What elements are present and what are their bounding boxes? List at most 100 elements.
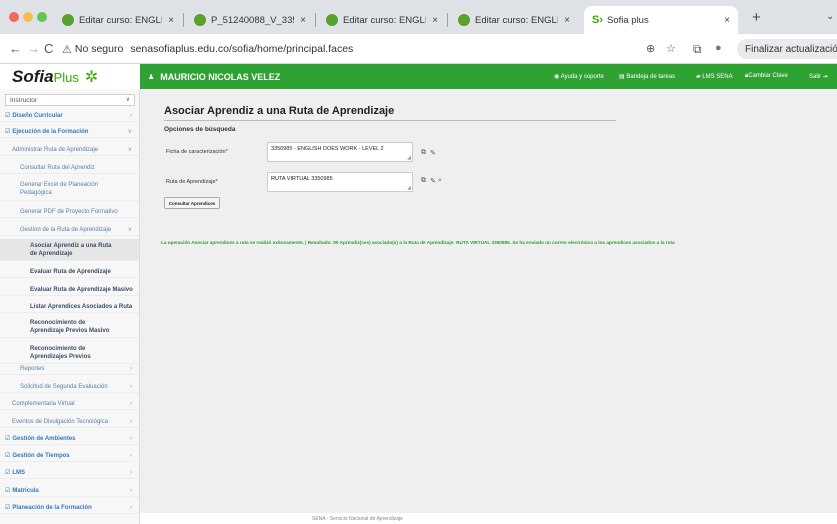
user-icon: ♟ xyxy=(148,73,155,81)
sidebar-item-asociar-aprendiz[interactable]: Asociar Aprendiz a una Ruta de Aprendiza… xyxy=(0,239,139,261)
resize-handle-icon[interactable]: ◢ xyxy=(407,155,411,161)
sidebar-item-generar-pdf[interactable]: Generar PDF de Proyecto Formativo xyxy=(0,206,139,218)
role-select[interactable]: Instructor ∨ xyxy=(5,94,135,106)
sidebar-item-reconocimiento-previos[interactable]: Reconocimiento de Aprendizajes Previos xyxy=(0,342,139,364)
user-name: MAURICIO NICOLAS VELEZ xyxy=(160,71,281,82)
sidebar-item-administrar-ruta[interactable]: Administrar Ruta de Aprendizaje ∨ xyxy=(0,144,139,156)
footer xyxy=(140,513,837,524)
tab-close-icon[interactable]: × xyxy=(168,15,174,26)
browser-tab[interactable]: Editar curso: ENGLISH DOES × xyxy=(318,6,446,34)
address-bar[interactable]: ⚠ No seguro senasofiaplus.edu.co/sofia/h… xyxy=(62,38,687,60)
tab-divider xyxy=(315,13,316,27)
back-arrow-icon[interactable]: ← xyxy=(9,41,22,56)
browser-tab[interactable]: Editar curso: ENGLISH DOES × xyxy=(54,6,182,34)
clipboard-icon[interactable]: ⧉ xyxy=(421,177,426,185)
tab-close-icon[interactable]: × xyxy=(724,15,730,26)
chevron-right-icon: › xyxy=(130,383,132,390)
tab-search-icon[interactable]: ⌄ xyxy=(826,11,834,22)
new-tab-button[interactable]: + xyxy=(752,9,761,26)
role-value: Instructor xyxy=(10,97,38,104)
sidebar-item-diseno-curricular[interactable]: ☑ Diseño Curricular › xyxy=(0,110,139,122)
extensions-puzzle-icon[interactable]: ⧉ xyxy=(693,42,702,57)
clipboard-icon[interactable]: ⧉ xyxy=(421,149,426,157)
sidebar-item-reportes[interactable]: Reportes › xyxy=(0,363,139,375)
tab-title: Sofia plus xyxy=(607,14,649,26)
consultar-aprendices-button[interactable]: Consultar Aprendices xyxy=(164,197,220,209)
tab-close-icon[interactable]: × xyxy=(300,15,306,26)
sidebar-item-ejecucion-formacion[interactable]: ☑ Ejecución de la Formación ∨ xyxy=(0,126,139,138)
sidebar-item-generar-excel[interactable]: Generar Excel de Planeación Pedagógica xyxy=(0,179,139,201)
sidebar-item-planeacion-formacion[interactable]: ☑ Planeación de la Formación › xyxy=(0,502,139,514)
resize-handle-icon[interactable]: ◢ xyxy=(407,185,411,191)
sidebar-item-reconocimiento-masivo[interactable]: Reconocimiento de Aprendizaje Previos Ma… xyxy=(0,316,139,338)
lms-link[interactable]: ▰ LMS SENA xyxy=(696,73,733,80)
sidebar-item-label: Solicitud de Segunda Evaluación xyxy=(20,384,108,390)
sidebar-item-label: Asociar Aprendiz a una Ruta de Aprendiza… xyxy=(30,243,112,257)
sidebar-item-evaluar-ruta[interactable]: Evaluar Ruta de Aprendizaje xyxy=(0,266,139,278)
sidebar-item-label: Generar PDF de Proyecto Formativo xyxy=(20,209,118,215)
search-icon[interactable]: ⌕ xyxy=(438,177,442,185)
update-button[interactable]: Finalizar actualización ⋮ xyxy=(737,39,837,59)
edit-icon: ☑ xyxy=(5,453,11,459)
sidebar-item-label: Ejecución de la Formación xyxy=(12,129,89,135)
sidebar-item-complementaria-virtual[interactable]: Complementaria Virtual › xyxy=(0,398,139,410)
tab-divider xyxy=(447,13,448,27)
chevron-right-icon: › xyxy=(130,400,132,407)
browser-tab-active[interactable]: S› Sofia plus × xyxy=(584,6,738,34)
ficha-field[interactable]: 3350985 - ENGLISH DOES WORK - LEVEL 2 ◢ xyxy=(267,142,413,162)
logout-link[interactable]: Salir ⇥ xyxy=(809,73,828,80)
browser-toolbar: ← → C ⚠ No seguro senasofiaplus.edu.co/s… xyxy=(0,34,837,64)
sidebar-item-lms[interactable]: ☑ LMS › xyxy=(0,467,139,479)
sidebar-item-label: Evaluar Ruta de Aprendizaje Masivo xyxy=(30,287,133,293)
url-text[interactable]: senasofiaplus.edu.co/sofia/home/principa… xyxy=(130,43,353,55)
bookmark-star-icon[interactable]: ☆ xyxy=(666,42,676,55)
reload-icon[interactable]: C xyxy=(44,41,53,56)
maximize-window-icon[interactable] xyxy=(37,12,47,22)
sidebar-item-gestion-tiempos[interactable]: ☑ Gestión de Tiempos › xyxy=(0,450,139,462)
tab-close-icon[interactable]: × xyxy=(564,15,570,26)
browser-tab[interactable]: P_51240088_V_3350985_R × xyxy=(186,6,314,34)
chevron-right-icon: › xyxy=(130,112,132,119)
edit-icon: ☑ xyxy=(5,129,11,135)
sidebar-item-consultar-ruta[interactable]: Consultar Ruta del Aprendiz xyxy=(0,162,139,174)
minimize-window-icon[interactable] xyxy=(23,12,33,22)
title-divider xyxy=(164,120,616,121)
sidebar-item-matricula[interactable]: ☑ Matrícula › xyxy=(0,485,139,497)
page-title: Asociar Aprendiz a una Ruta de Aprendiza… xyxy=(164,105,395,117)
change-password-link[interactable]: 🔒︎Cambiar Clave xyxy=(745,73,788,80)
warning-triangle-icon: ⚠ xyxy=(62,43,72,56)
ruta-field[interactable]: RUTA VIRTUAL 3350985 ◢ xyxy=(267,172,413,192)
eraser-icon[interactable]: ✎ xyxy=(430,177,436,185)
edit-icon: ☑ xyxy=(5,113,11,119)
browser-tab-strip: Editar curso: ENGLISH DOES × P_51240088_… xyxy=(0,0,837,34)
eraser-icon[interactable]: ✎ xyxy=(430,149,436,157)
sidebar-item-segunda-evaluacion[interactable]: Solicitud de Segunda Evaluación › xyxy=(0,381,139,393)
tab-close-icon[interactable]: × xyxy=(432,15,438,26)
sidebar-item-eventos-divulgacion[interactable]: Eventos de Divulgación Tecnológica › xyxy=(0,416,139,428)
sidebar-item-listar-aprendices[interactable]: Listar Aprendices Asociados a Ruta xyxy=(0,301,139,313)
security-indicator[interactable]: ⚠ No seguro xyxy=(62,43,123,56)
sidebar-item-label: Evaluar Ruta de Aprendizaje xyxy=(30,269,111,275)
chevron-down-icon: ∨ xyxy=(127,128,132,135)
chevron-down-icon: ∨ xyxy=(127,226,132,233)
inbox-link[interactable]: ▤ Bandeja de tareas xyxy=(619,73,675,80)
logo-sub: Plus xyxy=(53,69,79,85)
sidebar-item-gestion-ambientes[interactable]: ☑ Gestión de Ambientes › xyxy=(0,433,139,445)
chevron-right-icon: › xyxy=(130,435,132,442)
help-link[interactable]: ◉ Ayuda y soporte xyxy=(554,73,604,80)
tab-title: Editar curso: ENGLISH DOES xyxy=(79,14,162,26)
close-window-icon[interactable] xyxy=(9,12,19,22)
profile-avatar-icon[interactable]: ● xyxy=(715,42,722,54)
forward-arrow-icon[interactable]: → xyxy=(27,41,40,56)
sidebar-item-gestion-ruta[interactable]: Gestion de la Ruta de Aprendizaje ∨ xyxy=(0,224,139,236)
sidebar-item-label: Diseño Curricular xyxy=(12,113,63,119)
sidebar: Instructor ∨ ☑ Diseño Curricular › ☑ Ejecuc… xyxy=(0,89,140,524)
browser-tab[interactable]: Editar curso: ENGLISH DOES × xyxy=(450,6,578,34)
edit-icon: ☑ xyxy=(5,488,11,494)
zoom-icon[interactable]: ⊕ xyxy=(646,42,655,55)
chevron-right-icon: › xyxy=(130,469,132,476)
app-logo[interactable]: SofiaPlus ✲ xyxy=(0,64,140,89)
moodle-favicon-icon xyxy=(458,14,470,26)
sidebar-item-evaluar-ruta-masivo[interactable]: Evaluar Ruta de Aprendizaje Masivo xyxy=(0,284,139,296)
chevron-right-icon: › xyxy=(130,452,132,459)
